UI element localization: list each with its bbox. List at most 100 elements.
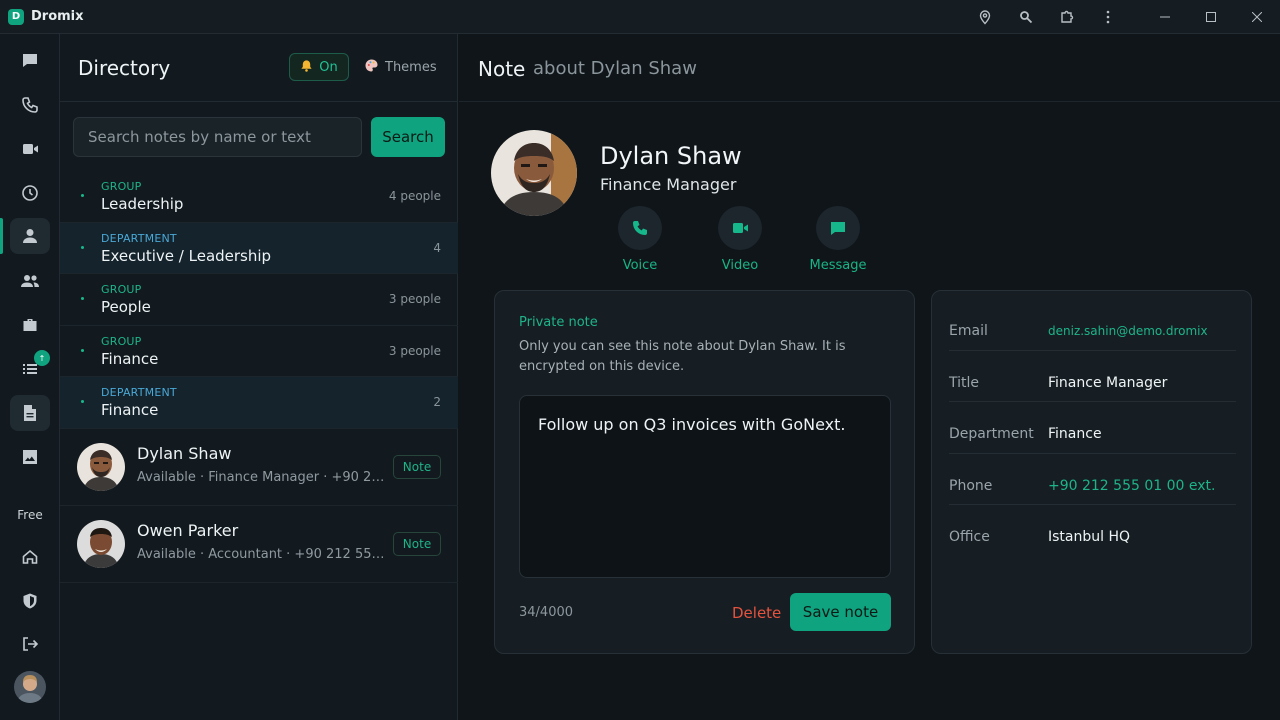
info-row-phone: Phone +90 212 555 01 00 ext. xyxy=(949,454,1236,505)
phone-link[interactable]: +90 212 555 01 00 ext. xyxy=(1048,478,1215,494)
logout-icon[interactable] xyxy=(10,626,50,662)
plan-label: Free xyxy=(17,508,43,522)
list-item[interactable]: GROUP People 3 people xyxy=(60,274,458,326)
minimize-button[interactable] xyxy=(1142,0,1188,34)
info-row-email: Email deniz.sahin@demo.dromix xyxy=(949,299,1236,351)
search-key-icon[interactable] xyxy=(1016,7,1036,27)
action-label: Message xyxy=(809,258,867,273)
item-type: DEPARTMENT xyxy=(101,386,177,399)
action-label: Video xyxy=(721,258,759,273)
info-value: Finance xyxy=(1048,426,1102,442)
info-label: Phone xyxy=(949,477,993,494)
toggle-label: On xyxy=(319,59,338,75)
info-label: Department xyxy=(949,426,1034,442)
more-vertical-icon[interactable] xyxy=(1098,7,1118,27)
history-icon[interactable] xyxy=(10,175,50,211)
action-label: Voice xyxy=(622,258,658,273)
email-link[interactable]: deniz.sahin@demo.dromix xyxy=(1048,324,1208,338)
info-value: Istanbul HQ xyxy=(1048,529,1131,545)
directory-title: Directory xyxy=(78,56,171,80)
profile-avatar xyxy=(491,130,577,216)
themes-label: Themes xyxy=(385,59,437,75)
app-logo: D xyxy=(8,8,24,25)
item-count: 3 people xyxy=(388,292,441,306)
list-item[interactable]: GROUP Finance 3 people xyxy=(60,326,458,377)
extension-icon[interactable] xyxy=(1057,7,1077,27)
group-icon[interactable] xyxy=(10,263,50,299)
item-name: Leadership xyxy=(101,195,184,213)
note-icon[interactable] xyxy=(10,395,50,431)
themes-button[interactable]: Themes xyxy=(364,53,437,81)
nav-rail: ↑ Free xyxy=(0,34,60,720)
info-row-title: Title Finance Manager xyxy=(949,351,1236,402)
contact-subtitle: Available · Finance Manager · +90 212 55… xyxy=(137,470,387,485)
image-icon[interactable] xyxy=(10,439,50,475)
chat-icon xyxy=(816,206,860,250)
contact-icon[interactable] xyxy=(10,218,50,254)
save-note-button[interactable]: Save note xyxy=(790,593,891,631)
page-title: Note xyxy=(478,57,526,81)
item-name: People xyxy=(101,298,151,316)
video-call-button[interactable]: Video xyxy=(700,206,780,273)
note-textarea[interactable]: Follow up on Q3 invoices with GoNext. xyxy=(519,395,891,578)
directory-panel: Directory On Themes Search GROUP Leaders… xyxy=(60,34,458,720)
notification-toggle[interactable]: On xyxy=(289,53,349,81)
note-header: Note about Dylan Shaw xyxy=(459,34,1280,102)
note-badge[interactable]: Note xyxy=(393,532,441,556)
video-icon[interactable] xyxy=(10,131,50,167)
info-value: Finance Manager xyxy=(1048,374,1168,391)
home-icon[interactable] xyxy=(10,539,50,575)
close-button[interactable] xyxy=(1234,0,1280,34)
profile-name: Dylan Shaw xyxy=(600,142,742,170)
user-avatar[interactable] xyxy=(14,671,46,703)
info-label: Title xyxy=(949,374,980,391)
phone-icon[interactable] xyxy=(10,87,50,123)
note-card-title: Private note xyxy=(519,315,598,330)
active-indicator xyxy=(0,218,3,254)
search-button[interactable]: Search xyxy=(371,117,445,157)
chat-icon[interactable] xyxy=(10,42,50,78)
note-badge[interactable]: Note xyxy=(393,455,441,479)
info-row-office: Office Istanbul HQ xyxy=(949,505,1236,557)
list-item[interactable]: DEPARTMENT Finance 2 xyxy=(60,377,458,429)
message-button[interactable]: Message xyxy=(798,206,878,273)
item-type: GROUP xyxy=(101,334,142,348)
note-view: Note about Dylan Shaw Dylan Shaw Finance… xyxy=(459,34,1280,720)
video-icon xyxy=(718,206,762,250)
page-subtitle: about Dylan Shaw xyxy=(533,58,697,79)
bullet-dot xyxy=(81,245,84,249)
list-item[interactable]: GROUP Leadership 4 people xyxy=(60,171,458,223)
item-name: Finance xyxy=(101,401,159,419)
item-type: GROUP xyxy=(101,180,142,193)
item-type: DEPARTMENT xyxy=(101,231,177,245)
item-name: Executive / Leadership xyxy=(101,246,272,265)
bullet-dot xyxy=(81,400,84,403)
delete-button[interactable]: Delete xyxy=(732,604,781,622)
notification-badge: ↑ xyxy=(34,350,50,366)
briefcase-icon[interactable] xyxy=(10,307,50,343)
avatar xyxy=(77,520,125,568)
shield-icon[interactable] xyxy=(10,583,50,619)
item-count: 2 xyxy=(433,395,441,409)
bullet-dot xyxy=(81,348,84,352)
contact-row-dylan[interactable]: Dylan Shaw Available · Finance Manager ·… xyxy=(60,429,458,506)
voice-call-button[interactable]: Voice xyxy=(600,206,680,273)
bullet-dot xyxy=(81,194,84,197)
maximize-button[interactable] xyxy=(1188,0,1234,34)
info-row-department: Department Finance xyxy=(949,402,1236,454)
item-count: 4 xyxy=(433,240,441,255)
palette-icon xyxy=(364,58,379,77)
bell-icon xyxy=(300,59,313,76)
list-item[interactable]: DEPARTMENT Executive / Leadership 4 xyxy=(60,222,458,274)
item-count: 4 people xyxy=(388,189,441,203)
contact-row-owen[interactable]: Owen Parker Available · Accountant · +90… xyxy=(60,506,458,583)
title-bar: D Dromix xyxy=(0,0,1280,34)
profile-title: Finance Manager xyxy=(600,175,737,194)
phone-icon xyxy=(618,206,662,250)
info-label: Email xyxy=(949,323,988,339)
item-type: GROUP xyxy=(101,283,142,296)
avatar xyxy=(77,443,125,491)
item-count: 3 people xyxy=(388,343,441,358)
search-input[interactable] xyxy=(73,117,362,157)
location-pin-icon[interactable] xyxy=(975,7,995,27)
